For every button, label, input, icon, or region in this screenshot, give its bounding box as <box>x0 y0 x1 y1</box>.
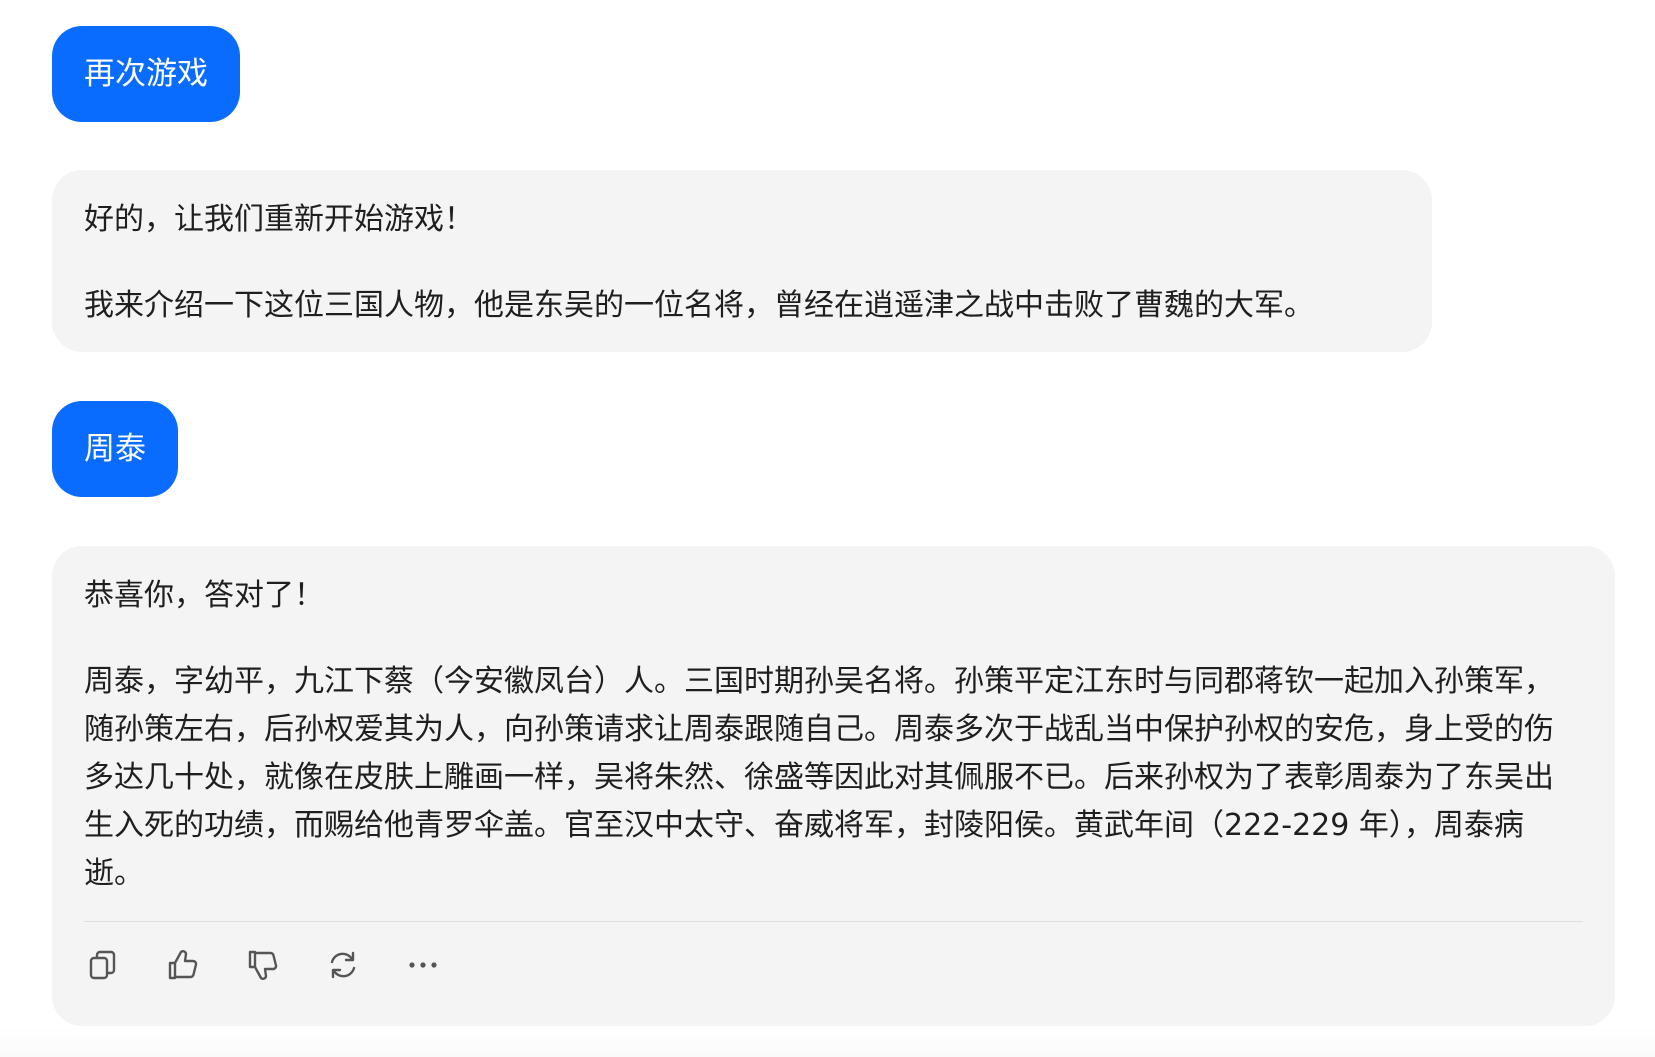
bot-message-line: 恭喜你，答对了！ <box>84 578 324 613</box>
divider <box>84 921 1583 922</box>
bottom-fade <box>0 1027 1655 1057</box>
bot-message-result: 恭喜你，答对了！ 周泰，字幼平，九江下蔡（今安徽凤台）人。三国时期孙吴名将。孙策… <box>52 546 1615 1026</box>
chat-thread: 再次游戏 好的，让我们重新开始游戏！ 我来介绍一下这位三国人物，他是东吴的一位名… <box>0 0 1655 1057</box>
more-icon[interactable] <box>404 946 442 984</box>
bot-message-restart: 好的，让我们重新开始游戏！ 我来介绍一下这位三国人物，他是东吴的一位名将，曾经在… <box>52 170 1432 352</box>
thumbs-down-icon[interactable] <box>244 946 282 984</box>
user-message-answer[interactable]: 周泰 <box>52 401 178 497</box>
message-actions <box>84 946 442 984</box>
bot-message-paragraph: 周泰，字幼平，九江下蔡（今安徽凤台）人。三国时期孙吴名将。孙策平定江东时与同郡蒋… <box>84 664 1554 891</box>
copy-icon[interactable] <box>84 946 122 984</box>
bot-message-line: 好的，让我们重新开始游戏！ <box>84 202 474 237</box>
user-message-text: 再次游戏 <box>84 55 208 92</box>
regenerate-icon[interactable] <box>324 946 362 984</box>
user-message-text: 周泰 <box>84 430 146 467</box>
thumbs-up-icon[interactable] <box>164 946 202 984</box>
bot-message-line: 我来介绍一下这位三国人物，他是东吴的一位名将，曾经在逍遥津之战中击败了曹魏的大军… <box>84 288 1314 323</box>
user-message-replay[interactable]: 再次游戏 <box>52 26 240 122</box>
